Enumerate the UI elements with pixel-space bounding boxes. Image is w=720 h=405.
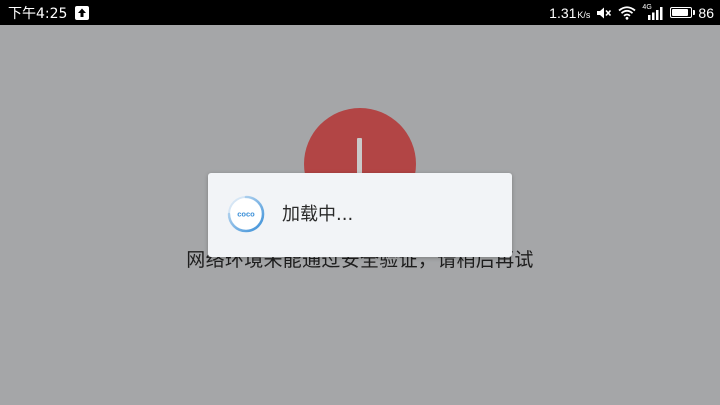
status-bar-right: 1.31K/s 4G 86 bbox=[549, 0, 714, 25]
coco-loading-spinner-icon: coco bbox=[227, 195, 265, 233]
loading-text: 加载中... bbox=[282, 204, 354, 225]
loading-dialog: coco 加载中... bbox=[208, 173, 512, 257]
signal-strength-icon bbox=[648, 6, 663, 20]
battery-icon bbox=[670, 7, 693, 18]
cellular-signal: 4G bbox=[642, 4, 664, 20]
coco-logo-text: coco bbox=[237, 210, 255, 219]
status-bar-left: 下午4:25 bbox=[8, 0, 90, 25]
battery-indicator: 86 bbox=[670, 5, 714, 21]
status-time: 下午4:25 bbox=[8, 5, 68, 22]
battery-tip bbox=[693, 10, 696, 15]
upload-notification-icon bbox=[75, 5, 90, 20]
network-speed: 1.31K/s bbox=[549, 5, 590, 21]
wifi-icon bbox=[618, 5, 636, 20]
error-exclamation-icon bbox=[357, 138, 362, 176]
network-speed-unit: K/s bbox=[577, 9, 591, 20]
battery-fill bbox=[672, 9, 688, 16]
battery-level: 86 bbox=[698, 4, 714, 21]
mute-icon bbox=[597, 7, 612, 18]
status-bar: 下午4:25 1.31K/s 4G 86 bbox=[0, 0, 720, 25]
network-speed-value: 1.31 bbox=[549, 4, 577, 21]
